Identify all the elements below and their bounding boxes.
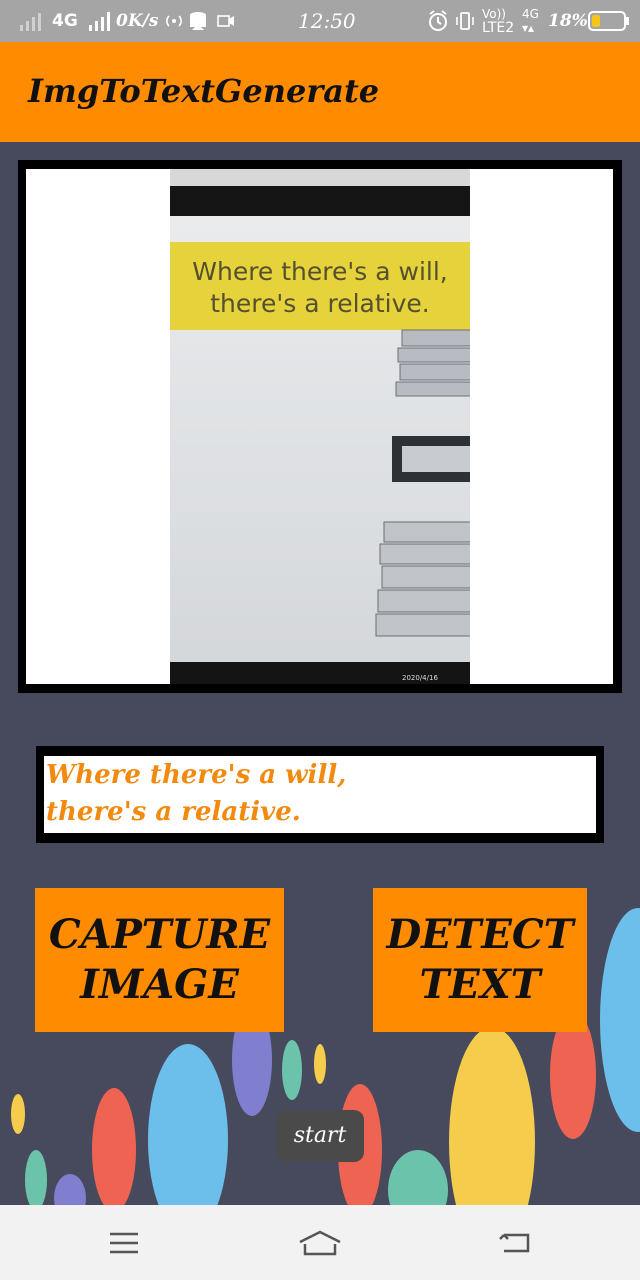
network-type-2: 4G ▾▴ (522, 7, 539, 35)
photo-timestamp: 2020/4/16 (402, 674, 438, 682)
network-speed: 0K/s (116, 11, 159, 31)
menu-icon (110, 1232, 138, 1253)
back-button[interactable] (466, 1205, 566, 1280)
vibrate-icon (456, 12, 474, 30)
detect-text-button[interactable]: DETECT TEXT (373, 888, 587, 1032)
data-saver-icon (190, 12, 206, 30)
balloon (92, 1088, 136, 1205)
captured-photo: Where there's a will, there's a relative… (170, 169, 470, 684)
battery-percent: 18% (548, 11, 588, 31)
navigation-bar (0, 1205, 640, 1280)
screen-record-icon (217, 15, 234, 27)
detected-text-frame: Where there's a will, there's a relative… (36, 746, 604, 843)
menu-button[interactable] (74, 1205, 174, 1280)
app-bar: ImgToTextGenerate (0, 42, 640, 142)
home-icon (299, 1230, 341, 1255)
image-preview-frame: Where there's a will, there's a relative… (18, 160, 622, 693)
capture-image-button[interactable]: CAPTURE IMAGE (35, 888, 284, 1032)
balloon (449, 1027, 535, 1205)
detected-text-line-1: Where there's a will, (46, 760, 347, 790)
balloon (314, 1044, 326, 1084)
balloon (600, 908, 640, 1132)
photo-caption: Where there's a will, there's a relative… (192, 257, 448, 318)
network-type-1: 4G (52, 11, 78, 31)
balloon (388, 1150, 448, 1205)
back-icon (499, 1233, 530, 1252)
home-button[interactable] (270, 1205, 370, 1280)
hotspot-icon (166, 15, 182, 27)
alarm-icon (429, 10, 447, 31)
balloon (54, 1174, 86, 1205)
battery-icon (588, 11, 629, 31)
signal-full-icon (89, 12, 110, 31)
balloon (148, 1044, 228, 1205)
balloon (25, 1150, 47, 1205)
status-bar: 4G 0K/s 12:50 Vo)) LTE2 4G ▾▴ 18% (0, 0, 640, 42)
photo-scene (170, 169, 470, 684)
clock: 12:50 (298, 9, 356, 33)
app-title: ImgToTextGenerate (28, 72, 380, 110)
image-preview: Where there's a will, there's a relative… (26, 169, 613, 684)
volte-indicator: Vo)) LTE2 (482, 7, 515, 36)
toast-message: start (276, 1110, 364, 1162)
balloon (282, 1040, 302, 1100)
detected-text-line-2: there's a relative. (46, 797, 301, 827)
detected-text[interactable]: Where there's a will, there's a relative… (44, 756, 596, 833)
balloon (11, 1094, 25, 1134)
signal-weak-icon (20, 13, 41, 31)
